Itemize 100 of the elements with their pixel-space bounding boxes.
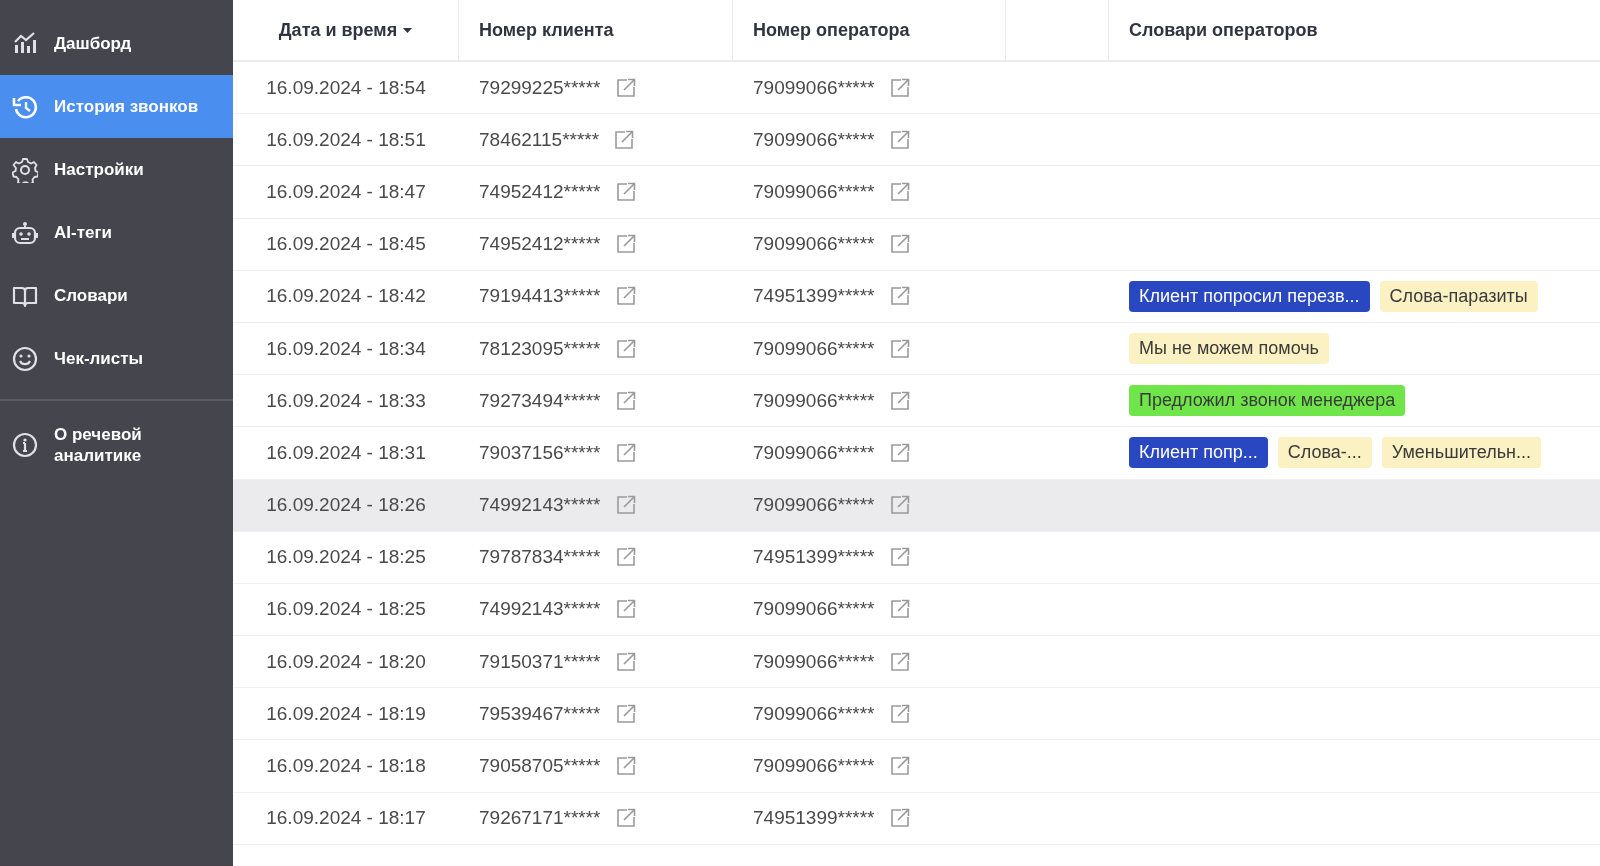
- external-link-icon[interactable]: [888, 128, 911, 151]
- external-link-icon[interactable]: [888, 389, 911, 412]
- operator-number: 79099066*****: [753, 128, 875, 151]
- tag: Предложил звонок менеджера: [1129, 385, 1406, 417]
- tag: Слова-...: [1277, 437, 1372, 469]
- date-time-cell: 16.09.2024 - 18:54: [266, 76, 426, 99]
- external-link-icon[interactable]: [614, 546, 637, 569]
- smiley-icon: [12, 345, 38, 372]
- client-number: 79273494*****: [479, 389, 601, 412]
- history-icon: [12, 93, 38, 120]
- external-link-icon[interactable]: [614, 702, 637, 725]
- table-row[interactable]: 16.09.2024 - 18:45 74952412***** 79099066*****: [233, 218, 1600, 271]
- external-link-icon[interactable]: [614, 650, 637, 673]
- table-row[interactable]: 16.09.2024 - 18:42 79194413***** 74951399***** Клиент попросил перезв... Слова-паразиты: [233, 270, 1600, 323]
- date-time-cell: 16.09.2024 - 18:19: [266, 702, 426, 725]
- operator-number: 74951399*****: [753, 807, 875, 830]
- client-number: 79058705*****: [479, 755, 601, 778]
- external-link-icon[interactable]: [888, 702, 911, 725]
- table-row[interactable]: 16.09.2024 - 18:26 74992143***** 79099066*****: [233, 479, 1600, 532]
- external-link-icon[interactable]: [614, 598, 637, 621]
- external-link-icon[interactable]: [613, 128, 636, 151]
- sidebar-item[interactable]: Словари: [0, 264, 233, 327]
- client-number: 78462115*****: [479, 128, 600, 151]
- client-number: 79539467*****: [479, 702, 601, 725]
- date-time-cell: 16.09.2024 - 18:26: [266, 494, 426, 517]
- tag: Слова-паразиты: [1379, 280, 1538, 312]
- external-link-icon[interactable]: [888, 337, 911, 360]
- external-link-icon[interactable]: [614, 76, 637, 99]
- external-link-icon[interactable]: [888, 180, 911, 203]
- column-header[interactable]: Дата и время: [233, 0, 459, 62]
- operator-number: 79099066*****: [753, 755, 875, 778]
- client-number: 74952412*****: [479, 233, 601, 256]
- external-link-icon[interactable]: [614, 441, 637, 464]
- operator-number: 79099066*****: [753, 441, 875, 464]
- external-link-icon[interactable]: [614, 285, 637, 308]
- table-row[interactable]: 16.09.2024 - 18:33 79273494***** 79099066***** Предложил звонок менеджера: [233, 375, 1600, 428]
- sidebar-item[interactable]: Чек-листы: [0, 327, 233, 390]
- operator-number: 79099066*****: [753, 650, 875, 673]
- table-row[interactable]: 16.09.2024 - 18:18 79058705***** 79099066*****: [233, 740, 1600, 793]
- external-link-icon[interactable]: [888, 494, 911, 517]
- operator-number: 79099066*****: [753, 598, 875, 621]
- column-header[interactable]: Номер клиента: [459, 0, 733, 62]
- tag: Клиент попр...: [1129, 437, 1268, 469]
- external-link-icon[interactable]: [614, 337, 637, 360]
- external-link-icon[interactable]: [614, 807, 637, 830]
- sort-caret-icon[interactable]: [403, 27, 413, 33]
- external-link-icon[interactable]: [614, 180, 637, 203]
- date-time-cell: 16.09.2024 - 18:34: [266, 337, 426, 360]
- table-row[interactable]: 16.09.2024 - 18:20 79150371***** 79099066*****: [233, 636, 1600, 689]
- robot-icon: [12, 219, 38, 246]
- external-link-icon[interactable]: [888, 233, 911, 256]
- sidebar-item[interactable]: Настройки: [0, 138, 233, 201]
- table-row[interactable]: 16.09.2024 - 18:54 79299225***** 79099066*****: [233, 62, 1600, 115]
- client-number: 74992143*****: [479, 598, 601, 621]
- external-link-icon[interactable]: [888, 441, 911, 464]
- operator-number: 74951399*****: [753, 546, 875, 569]
- operator-number: 79099066*****: [753, 389, 875, 412]
- operator-number: 79099066*****: [753, 180, 875, 203]
- external-link-icon[interactable]: [888, 546, 911, 569]
- client-number: 79267171*****: [479, 807, 601, 830]
- date-time-cell: 16.09.2024 - 18:25: [266, 598, 426, 621]
- external-link-icon[interactable]: [888, 807, 911, 830]
- table-row[interactable]: 16.09.2024 - 18:19 79539467***** 79099066*****: [233, 688, 1600, 741]
- date-time-cell: 16.09.2024 - 18:51: [266, 128, 426, 151]
- table-row[interactable]: 16.09.2024 - 18:34 78123095***** 79099066***** Мы не можем помочь: [233, 322, 1600, 376]
- date-time-cell: 16.09.2024 - 18:31: [266, 441, 426, 464]
- operator-number: 79099066*****: [753, 233, 875, 256]
- column-header[interactable]: Словари операторов: [1109, 0, 1600, 62]
- table-row[interactable]: 16.09.2024 - 18:17 79267171***** 74951399*****: [233, 792, 1600, 845]
- table-row[interactable]: 16.09.2024 - 18:51 78462115***** 79099066*****: [233, 114, 1600, 167]
- external-link-icon[interactable]: [614, 494, 637, 517]
- external-link-icon[interactable]: [614, 233, 637, 256]
- table-row[interactable]: 16.09.2024 - 18:25 79787834***** 74951399*****: [233, 531, 1600, 584]
- client-number: 79150371*****: [479, 650, 601, 673]
- date-time-cell: 16.09.2024 - 18:42: [266, 285, 426, 308]
- operator-number: 79099066*****: [753, 494, 875, 517]
- tag: Клиент попросил перезв...: [1129, 280, 1370, 312]
- date-time-cell: 16.09.2024 - 18:45: [266, 233, 426, 256]
- sidebar-item[interactable]: AI-теги: [0, 201, 233, 264]
- date-time-cell: 16.09.2024 - 18:17: [266, 807, 426, 830]
- operator-number: 74951399*****: [753, 285, 875, 308]
- column-header[interactable]: Номер оператора: [733, 0, 1006, 62]
- external-link-icon[interactable]: [888, 755, 911, 778]
- sidebar-item[interactable]: О речевой аналитике: [0, 401, 233, 489]
- client-number: 79037156*****: [479, 441, 601, 464]
- external-link-icon[interactable]: [614, 755, 637, 778]
- external-link-icon[interactable]: [888, 650, 911, 673]
- tag: Уменьшительн...: [1381, 437, 1541, 469]
- external-link-icon[interactable]: [614, 389, 637, 412]
- client-number: 79299225*****: [479, 76, 601, 99]
- table-row[interactable]: 16.09.2024 - 18:25 74992143***** 79099066*****: [233, 583, 1600, 637]
- table-row[interactable]: 16.09.2024 - 18:31 79037156***** 79099066***** Клиент попр... Слова-... Уменьшительн...: [233, 427, 1600, 480]
- external-link-icon[interactable]: [888, 285, 911, 308]
- sidebar-item[interactable]: Дашборд: [0, 12, 233, 75]
- date-time-cell: 16.09.2024 - 18:18: [266, 755, 426, 778]
- date-time-cell: 16.09.2024 - 18:47: [266, 180, 426, 203]
- external-link-icon[interactable]: [888, 598, 911, 621]
- table-row[interactable]: 16.09.2024 - 18:47 74952412***** 79099066*****: [233, 166, 1600, 219]
- external-link-icon[interactable]: [888, 76, 911, 99]
- client-number: 79194413*****: [479, 285, 601, 308]
